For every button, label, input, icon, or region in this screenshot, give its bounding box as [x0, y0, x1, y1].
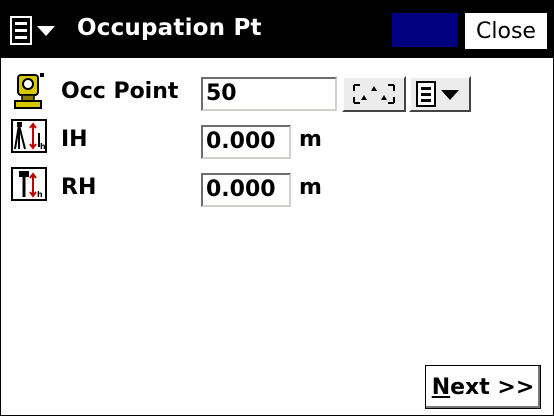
map-pick-button[interactable]	[342, 76, 406, 112]
svg-text:h: h	[40, 142, 46, 151]
rh-label: RH	[61, 175, 97, 200]
next-button[interactable]: Next >>	[425, 365, 541, 409]
rh-unit: m	[299, 175, 322, 200]
map-points-icon	[353, 84, 395, 104]
svg-text:h: h	[37, 190, 43, 199]
app-window: Occupation Pt Close Occ Point 50 h IH 0.…	[0, 0, 554, 416]
occ-point-input[interactable]: 50	[201, 77, 337, 111]
list-menu-icon	[10, 16, 32, 45]
total-station-icon	[14, 73, 44, 109]
ih-label: IH	[61, 127, 88, 152]
next-label-mnemonic: N	[431, 374, 451, 400]
window-menu-button[interactable]	[9, 13, 75, 49]
close-button[interactable]: Close	[464, 12, 548, 50]
ih-unit: m	[299, 127, 322, 152]
list-dropdown-icon	[416, 81, 459, 107]
instrument-height-icon: h	[11, 119, 47, 153]
rh-input[interactable]: 0.000	[201, 173, 291, 207]
ih-input[interactable]: 0.000	[201, 125, 291, 159]
title-bar: Occupation Pt Close	[1, 1, 553, 58]
occ-point-label: Occ Point	[61, 79, 179, 104]
point-list-button[interactable]	[409, 76, 471, 112]
page-title: Occupation Pt	[77, 15, 262, 41]
chevron-down-icon	[37, 26, 55, 36]
status-indicator	[392, 13, 458, 47]
rod-height-icon: h	[11, 167, 47, 201]
next-label: ext >>	[450, 374, 535, 400]
